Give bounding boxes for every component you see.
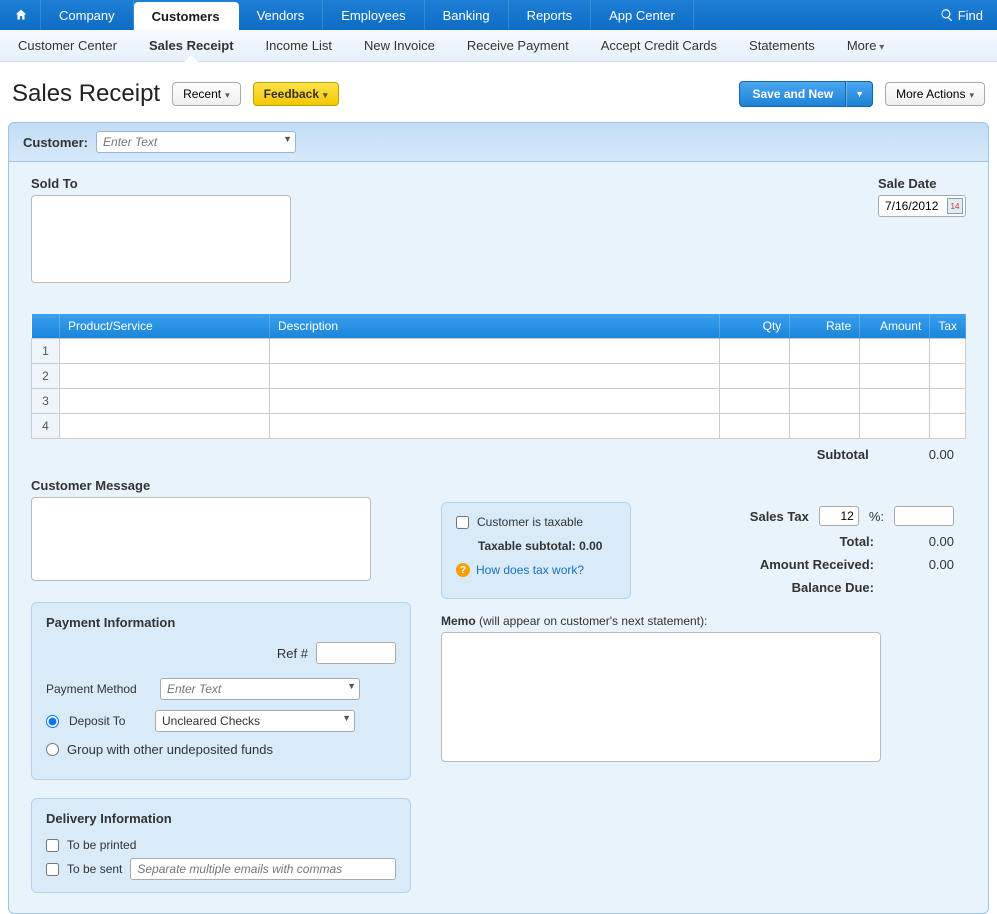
customer-input[interactable]: [96, 131, 296, 153]
col-description: Description: [270, 314, 720, 339]
payment-title: Payment Information: [46, 615, 396, 630]
subnav-customer-center[interactable]: Customer Center: [18, 38, 117, 53]
search-icon: [940, 8, 954, 22]
pct-symbol: %:: [869, 509, 884, 524]
tax-help-link[interactable]: How does tax work?: [476, 563, 584, 577]
find-label: Find: [958, 8, 983, 23]
tab-home[interactable]: [2, 0, 41, 30]
taxable-subtotal: Taxable subtotal: 0.00: [478, 539, 616, 553]
customer-bar: Customer: ▼: [8, 122, 989, 162]
save-dropdown[interactable]: ▼: [846, 81, 873, 107]
more-actions-button[interactable]: More Actions: [885, 82, 985, 106]
payment-panel: Payment Information Ref # Payment Method…: [31, 602, 411, 780]
calendar-icon[interactable]: 14: [947, 198, 963, 214]
table-row[interactable]: 3: [32, 389, 966, 414]
method-input[interactable]: [160, 678, 360, 700]
soldto-textarea[interactable]: [31, 195, 291, 283]
balance-label: Balance Due:: [792, 580, 874, 595]
saledate-label: Sale Date: [878, 176, 966, 191]
tab-appcenter[interactable]: App Center: [591, 0, 694, 30]
page-title: Sales Receipt: [12, 80, 160, 108]
taxable-label: Customer is taxable: [477, 515, 583, 529]
subnav-accept-cc[interactable]: Accept Credit Cards: [601, 38, 717, 53]
col-product: Product/Service: [60, 314, 270, 339]
salestax-pct-input[interactable]: [819, 506, 859, 526]
sub-nav: Customer Center Sales Receipt Income Lis…: [0, 30, 997, 62]
customer-label: Customer:: [23, 135, 88, 150]
sent-label: To be sent: [67, 862, 122, 876]
home-icon: [14, 8, 28, 22]
deposit-input[interactable]: [155, 710, 355, 732]
saledate-input[interactable]: [885, 199, 947, 213]
recent-button[interactable]: Recent: [172, 82, 241, 106]
saledate-field[interactable]: 14: [878, 195, 966, 217]
tab-customers[interactable]: Customers: [134, 2, 239, 30]
total-value: 0.00: [884, 534, 954, 549]
deposit-label: Deposit To: [69, 714, 145, 728]
chevron-down-icon: [323, 87, 328, 101]
tab-employees[interactable]: Employees: [323, 0, 424, 30]
method-label: Payment Method: [46, 682, 150, 696]
table-row[interactable]: 1: [32, 339, 966, 364]
feedback-button[interactable]: Feedback: [253, 82, 339, 106]
tax-box: Customer is taxable Taxable subtotal: 0.…: [441, 502, 631, 599]
group-label: Group with other undeposited funds: [67, 742, 273, 757]
col-tax: Tax: [930, 314, 966, 339]
memo-label: Memo (will appear on customer's next sta…: [441, 614, 707, 628]
save-split-button: Save and New ▼: [739, 81, 873, 107]
subnav-statements[interactable]: Statements: [749, 38, 815, 53]
tab-banking[interactable]: Banking: [425, 0, 509, 30]
ref-label: Ref #: [277, 646, 308, 661]
sales-receipt-form: Customer: ▼ Sold To Sale Date 14: [8, 122, 989, 914]
delivery-panel: Delivery Information To be printed To be…: [31, 798, 411, 893]
tab-reports[interactable]: Reports: [509, 0, 592, 30]
subnav-more[interactable]: More: [847, 38, 884, 53]
amount-received-label: Amount Received:: [760, 557, 874, 572]
find-link[interactable]: Find: [926, 0, 997, 30]
customer-combo[interactable]: ▼: [96, 131, 296, 153]
printed-checkbox[interactable]: [46, 839, 59, 852]
tab-vendors[interactable]: Vendors: [239, 0, 324, 30]
tab-company[interactable]: Company: [41, 0, 134, 30]
memo-area: Memo (will appear on customer's next sta…: [441, 613, 966, 765]
subnav-receive-payment[interactable]: Receive Payment: [467, 38, 569, 53]
table-row[interactable]: 2: [32, 364, 966, 389]
chevron-down-icon: [225, 87, 230, 101]
custmsg-label: Customer Message: [31, 478, 411, 493]
delivery-title: Delivery Information: [46, 811, 396, 826]
col-amount: Amount: [860, 314, 930, 339]
amount-received-value: 0.00: [884, 557, 954, 572]
col-qty: Qty: [720, 314, 790, 339]
group-radio[interactable]: [46, 743, 59, 756]
title-bar: Sales Receipt Recent Feedback Save and N…: [0, 62, 997, 122]
email-input[interactable]: [130, 858, 396, 880]
top-nav: Company Customers Vendors Employees Bank…: [0, 0, 997, 30]
help-icon: ?: [456, 563, 470, 577]
custmsg-textarea[interactable]: [31, 497, 371, 581]
totals: Sales Tax %: Total: 0.00 Amount Received…: [651, 502, 966, 599]
taxable-checkbox[interactable]: [456, 516, 469, 529]
chevron-down-icon: [969, 87, 974, 101]
subnav-sales-receipt[interactable]: Sales Receipt: [149, 38, 234, 53]
deposit-radio[interactable]: [46, 715, 59, 728]
col-num: [32, 314, 60, 339]
printed-label: To be printed: [67, 838, 136, 852]
salestax-label: Sales Tax: [750, 509, 809, 524]
subnav-new-invoice[interactable]: New Invoice: [364, 38, 435, 53]
save-button[interactable]: Save and New: [739, 81, 846, 107]
total-label: Total:: [840, 534, 874, 549]
memo-textarea[interactable]: [441, 632, 881, 762]
subtotal-value: 0.00: [929, 447, 954, 462]
ref-input[interactable]: [316, 642, 396, 664]
line-items-table: Product/Service Description Qty Rate Amo…: [31, 314, 966, 439]
col-rate: Rate: [790, 314, 860, 339]
sent-checkbox[interactable]: [46, 863, 59, 876]
method-combo[interactable]: ▼: [160, 678, 360, 700]
deposit-combo[interactable]: ▼: [155, 710, 355, 732]
table-row[interactable]: 4: [32, 414, 966, 439]
salestax-amt-input[interactable]: [894, 506, 954, 526]
subtotal-label: Subtotal: [817, 447, 869, 462]
soldto-label: Sold To: [31, 176, 878, 191]
subnav-income-list[interactable]: Income List: [266, 38, 332, 53]
